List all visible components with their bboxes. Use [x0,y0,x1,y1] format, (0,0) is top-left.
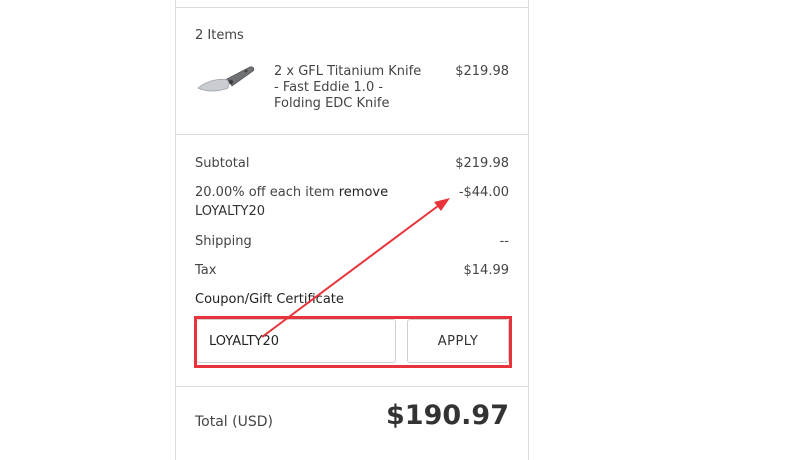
shipping-value: -- [499,234,509,249]
total-value: $190.97 [386,400,509,431]
divider [176,7,528,8]
divider [176,386,528,387]
tax-value: $14.99 [463,263,510,278]
tax-label: Tax [195,263,217,278]
total-label: Total (USD) [195,414,273,430]
shipping-label: Shipping [195,234,252,249]
discount-code: LOYALTY20 [195,204,266,219]
folding-knife-icon [197,66,255,92]
divider [176,134,528,135]
items-count: 2 Items [195,28,244,43]
coupon-input[interactable] [196,319,396,363]
apply-coupon-button[interactable]: APPLY [407,319,509,363]
product-price: $219.98 [455,64,509,79]
subtotal-value: $219.98 [455,156,509,171]
discount-value: -$44.00 [458,185,509,200]
remove-discount-link[interactable]: remove [339,185,388,200]
subtotal-label: Subtotal [195,156,250,171]
discount-label: 20.00% off each item [195,185,335,200]
order-summary-panel: 2 Items 2 x GFL Titanium Knife - Fast Ed… [175,0,529,460]
coupon-label: Coupon/Gift Certificate [195,292,344,307]
discount-row: 20.00% off each item remove [195,185,388,201]
checkout-page: 2 Items 2 x GFL Titanium Knife - Fast Ed… [0,0,800,460]
